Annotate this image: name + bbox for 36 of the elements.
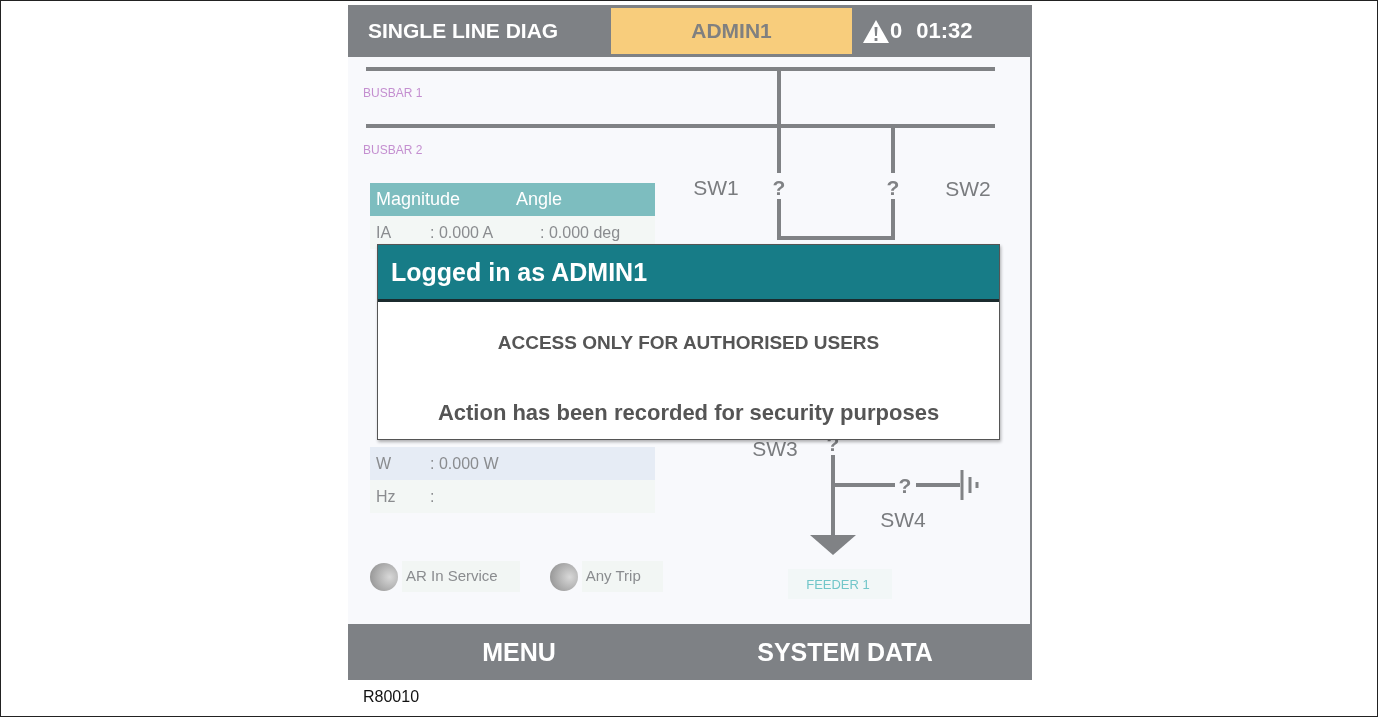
busbar-label: BUSBAR 1 [363, 86, 423, 100]
dialog-note: Action has been recorded for security purposes [436, 400, 941, 426]
softkey-button[interactable]: MENU [348, 624, 690, 680]
ground-icon [960, 470, 979, 500]
magnitude-value: : [429, 487, 436, 506]
quantity-label: Hz [375, 487, 397, 506]
dialog-message: ACCESS ONLY FOR AUTHORISED USERS [496, 332, 881, 354]
figure-id: R80010 [363, 688, 420, 705]
magnitude-value: : 0.000 A [429, 223, 495, 242]
switch-state-mark[interactable]: ? [886, 176, 900, 199]
screen-title: SINGLE LINE DIAG [367, 19, 560, 43]
connector-line [916, 483, 960, 487]
quantity-label: IA [375, 223, 393, 242]
switch-label: SW4 [880, 508, 926, 531]
indicator-label: Any Trip [581, 561, 663, 592]
column-header: Angle [516, 189, 563, 210]
switch-state-mark[interactable]: ? [898, 474, 912, 497]
switch-label: SW3 [752, 437, 798, 460]
quantity-label: W [375, 454, 393, 473]
connector-line [891, 128, 895, 173]
switch-state-mark[interactable]: ? [772, 176, 786, 199]
magnitude-value: : 0.000 W [429, 454, 500, 473]
feeder-arrow-icon [810, 535, 856, 555]
feeder-label: FEEDER 1 [806, 577, 870, 592]
user-name-label: ADMIN1 [611, 8, 852, 54]
switch-label: SW2 [945, 177, 991, 200]
column-header: Magnitude [375, 189, 462, 210]
busbar-label: BUSBAR 2 [363, 143, 423, 157]
dialog-title: Logged in as ADMIN1 [378, 245, 999, 302]
softkey-button[interactable]: SYSTEM DATA [690, 624, 1000, 680]
alarm-count: 0 [890, 18, 903, 44]
indicator-label: AR In Service [402, 561, 520, 592]
warning-icon [862, 18, 890, 44]
switch-label: SW1 [693, 176, 739, 199]
clock-time: 01:32 [916, 18, 973, 44]
angle-value: : 0.000 deg [540, 223, 621, 242]
